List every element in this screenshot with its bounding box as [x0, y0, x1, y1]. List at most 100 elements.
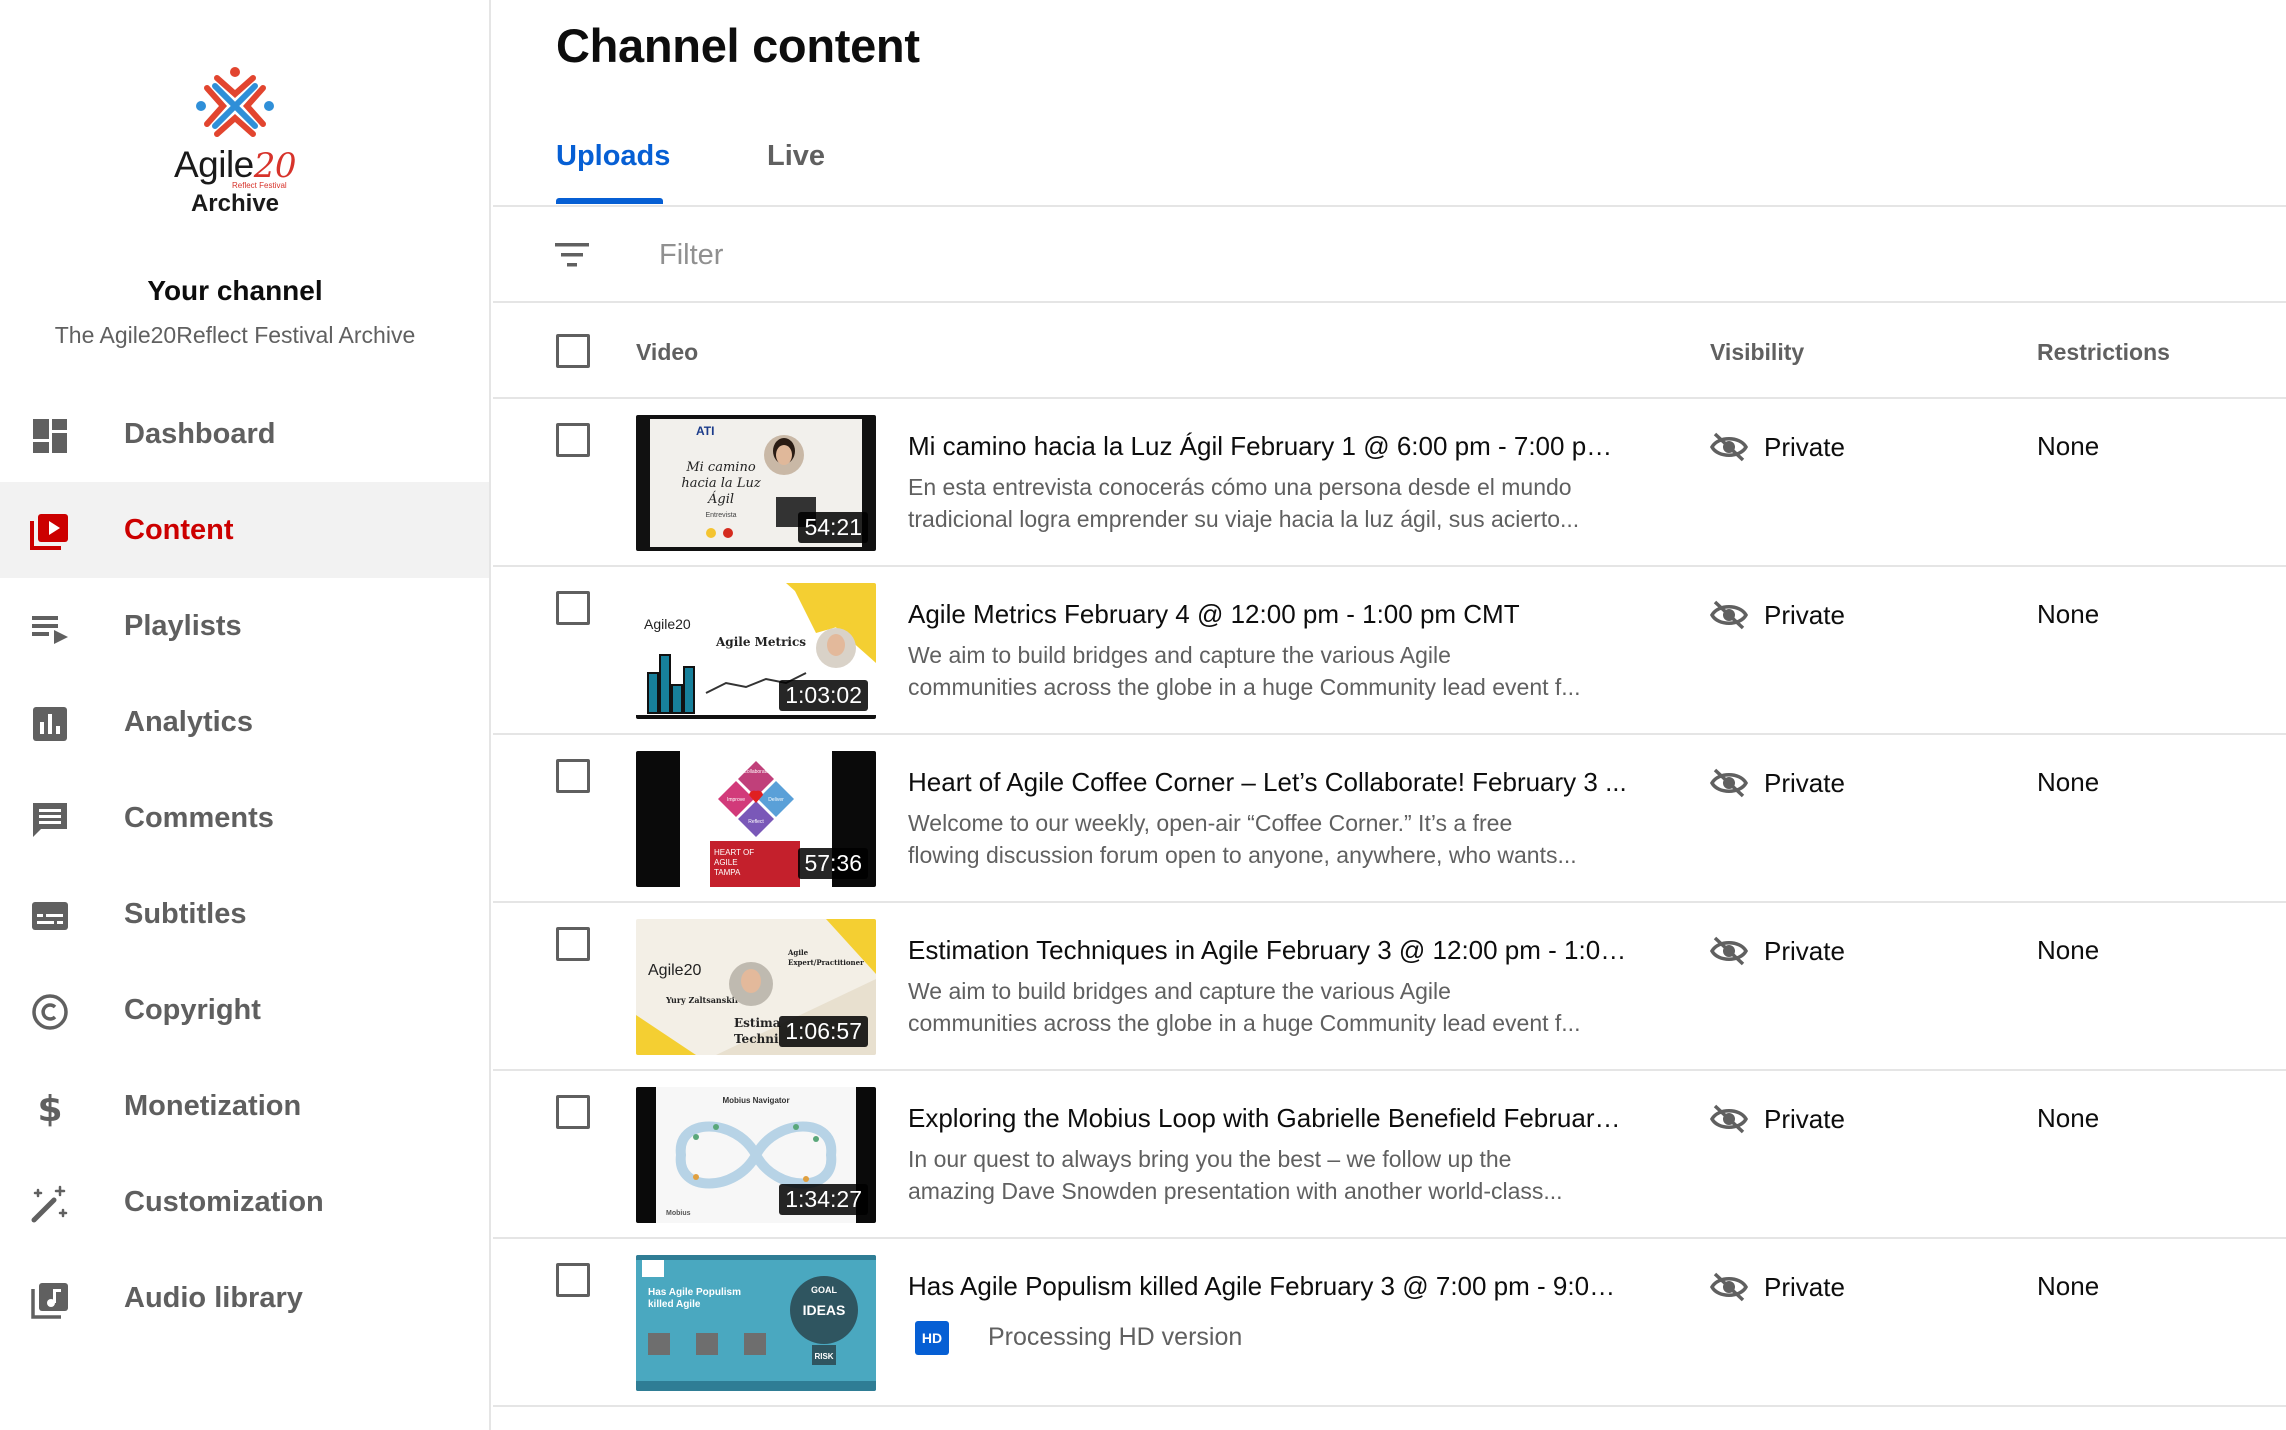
thumb-caption: Mobius Navigator: [722, 1096, 789, 1105]
video-title[interactable]: Agile Metrics February 4 @ 12:00 pm - 1:…: [908, 599, 1628, 630]
processing-status: Processing HD version: [988, 1323, 1243, 1351]
column-header-visibility[interactable]: Visibility: [1710, 339, 1804, 366]
visibility-dropdown[interactable]: Private: [1710, 1099, 1845, 1139]
page-title: Channel content: [556, 19, 920, 72]
channel-logo[interactable]: Agile20 Reflect Festival Archive: [170, 66, 300, 221]
tab-uploads[interactable]: Uploads: [556, 140, 670, 173]
video-title[interactable]: Has Agile Populism killed Agile February…: [908, 1271, 1628, 1302]
column-header-restrictions[interactable]: Restrictions: [2037, 339, 2170, 366]
row-checkbox[interactable]: [556, 1095, 590, 1129]
table-header: Video Visibility Restrictions: [493, 303, 2286, 399]
eye-off-icon: [1710, 1272, 1748, 1302]
sidebar-item-analytics[interactable]: Analytics: [0, 674, 489, 770]
agile20-logo-icon: [196, 67, 274, 137]
restrictions-value: None: [2037, 767, 2100, 797]
filter-icon[interactable]: [553, 239, 591, 271]
thumb-logo: Agile20: [648, 962, 701, 979]
visibility-dropdown[interactable]: Private: [1710, 1267, 1845, 1307]
video-thumbnail[interactable]: ATI Mi camino hacia la Luz Ágil Entrevis…: [636, 415, 876, 551]
eye-off-icon: [1710, 432, 1748, 462]
sidebar-item-customization[interactable]: Customization: [0, 1154, 489, 1250]
visibility-dropdown[interactable]: Private: [1710, 763, 1845, 803]
visibility-dropdown[interactable]: Private: [1710, 427, 1845, 467]
thumb-line2: AGILE: [714, 858, 738, 867]
table-row[interactable]: Mobius Navigator Mobius 1:34:27 Explorin…: [493, 1071, 2286, 1239]
select-all-checkbox[interactable]: [556, 334, 590, 368]
audio-library-icon: [31, 1283, 68, 1319]
playlists-icon: [32, 616, 68, 644]
thumb-line1: HEART OF: [714, 848, 754, 857]
video-description: We aim to build bridges and capture the …: [908, 642, 1581, 700]
thumb-line3: Ágil: [707, 491, 734, 507]
video-thumbnail[interactable]: Has Agile Populism killed Agile GOAL IDE…: [636, 1255, 876, 1391]
sidebar-item-monetization[interactable]: $ Monetization: [0, 1058, 489, 1154]
video-duration: 1:03:02: [779, 680, 868, 711]
video-thumbnail[interactable]: Agile20 Yury Zaltsanskii Agile Expert/Pr…: [636, 919, 876, 1055]
tab-live[interactable]: Live: [767, 140, 825, 173]
row-checkbox[interactable]: [556, 423, 590, 457]
monetization-icon: $: [37, 1089, 62, 1128]
row-checkbox[interactable]: [556, 759, 590, 793]
video-duration: 57:36: [798, 848, 868, 879]
thumb-brand: Mobius: [666, 1210, 691, 1217]
thumb-bulb2: IDEAS: [803, 1302, 846, 1318]
thumb-bulb3: RISK: [814, 1352, 833, 1361]
sidebar-item-audio-library[interactable]: Audio library: [0, 1250, 489, 1346]
logo-tagline: Reflect Festival: [232, 181, 287, 190]
sidebar-item-subtitles[interactable]: Subtitles: [0, 866, 489, 962]
visibility-dropdown[interactable]: Private: [1710, 931, 1845, 971]
video-thumbnail[interactable]: Mobius Navigator Mobius 1:34:27: [636, 1087, 876, 1223]
sidebar-item-dashboard[interactable]: Dashboard: [0, 386, 489, 482]
visibility-label: Private: [1764, 431, 1845, 462]
filter-bar: [493, 207, 2286, 303]
sidebar-item-playlists[interactable]: Playlists: [0, 578, 489, 674]
sidebar-item-copyright[interactable]: Copyright: [0, 962, 489, 1058]
logo-wordmark: Agile20: [173, 144, 297, 186]
video-title[interactable]: Exploring the Mobius Loop with Gabrielle…: [908, 1103, 1628, 1134]
video-duration: 1:34:27: [779, 1184, 868, 1215]
visibility-label: Private: [1764, 935, 1845, 966]
sidebar: Agile20 Reflect Festival Archive Your ch…: [0, 0, 491, 1430]
thumb-topic1: Estima: [734, 1016, 781, 1030]
thumb-d3: Deliver: [768, 797, 784, 803]
visibility-dropdown[interactable]: Private: [1710, 595, 1845, 635]
video-thumbnail[interactable]: Agile20 Agile Metrics 1:03:02: [636, 583, 876, 719]
eye-off-icon: [1710, 1104, 1748, 1134]
analytics-icon: [33, 707, 67, 741]
thumb-topic2: Techni: [734, 1032, 779, 1046]
filter-input[interactable]: [659, 231, 1559, 279]
video-title[interactable]: Heart of Agile Coffee Corner – Let’s Col…: [908, 767, 1628, 798]
restrictions-value: None: [2037, 1271, 2100, 1301]
subtitles-icon: [32, 902, 68, 930]
restrictions-value: None: [2037, 935, 2100, 965]
thumb-role2: Expert/Practitioner: [788, 958, 864, 967]
table-row[interactable]: Collaborate Improve Deliver Reflect HEAR…: [493, 735, 2286, 903]
visibility-label: Private: [1764, 767, 1845, 798]
table-row[interactable]: ATI Mi camino hacia la Luz Ágil Entrevis…: [493, 399, 2286, 567]
thumb-line1: Has Agile Populism: [648, 1287, 741, 1298]
visibility-label: Private: [1764, 1271, 1845, 1302]
video-table: ATI Mi camino hacia la Luz Ágil Entrevis…: [493, 399, 2286, 1407]
content-icon: [30, 514, 68, 550]
video-title[interactable]: Mi camino hacia la Luz Ágil February 1 @…: [908, 431, 1628, 462]
row-checkbox[interactable]: [556, 1263, 590, 1297]
row-checkbox[interactable]: [556, 591, 590, 625]
thumb-line3: TAMPA: [714, 868, 741, 877]
table-row[interactable]: Has Agile Populism killed Agile GOAL IDE…: [493, 1239, 2286, 1407]
row-checkbox[interactable]: [556, 927, 590, 961]
customization-icon: [31, 1185, 68, 1223]
table-row[interactable]: Agile20 Yury Zaltsanskii Agile Expert/Pr…: [493, 903, 2286, 1071]
channel-name: The Agile20Reflect Festival Archive: [54, 322, 416, 348]
sidebar-item-content[interactable]: Content: [0, 482, 489, 578]
dashboard-icon: [33, 419, 67, 453]
visibility-label: Private: [1764, 1103, 1845, 1134]
active-tab-indicator: [556, 198, 663, 204]
video-thumbnail[interactable]: Collaborate Improve Deliver Reflect HEAR…: [636, 751, 876, 887]
sidebar-item-comments[interactable]: Comments: [0, 770, 489, 866]
thumb-logo: Agile20: [644, 616, 691, 632]
thumb-bulb1: GOAL: [811, 1285, 838, 1295]
content-tabs: Uploads Live: [493, 130, 2286, 207]
restrictions-value: None: [2037, 431, 2100, 461]
video-title[interactable]: Estimation Techniques in Agile February …: [908, 935, 1628, 966]
table-row[interactable]: Agile20 Agile Metrics 1:03:02 Agile Metr…: [493, 567, 2286, 735]
